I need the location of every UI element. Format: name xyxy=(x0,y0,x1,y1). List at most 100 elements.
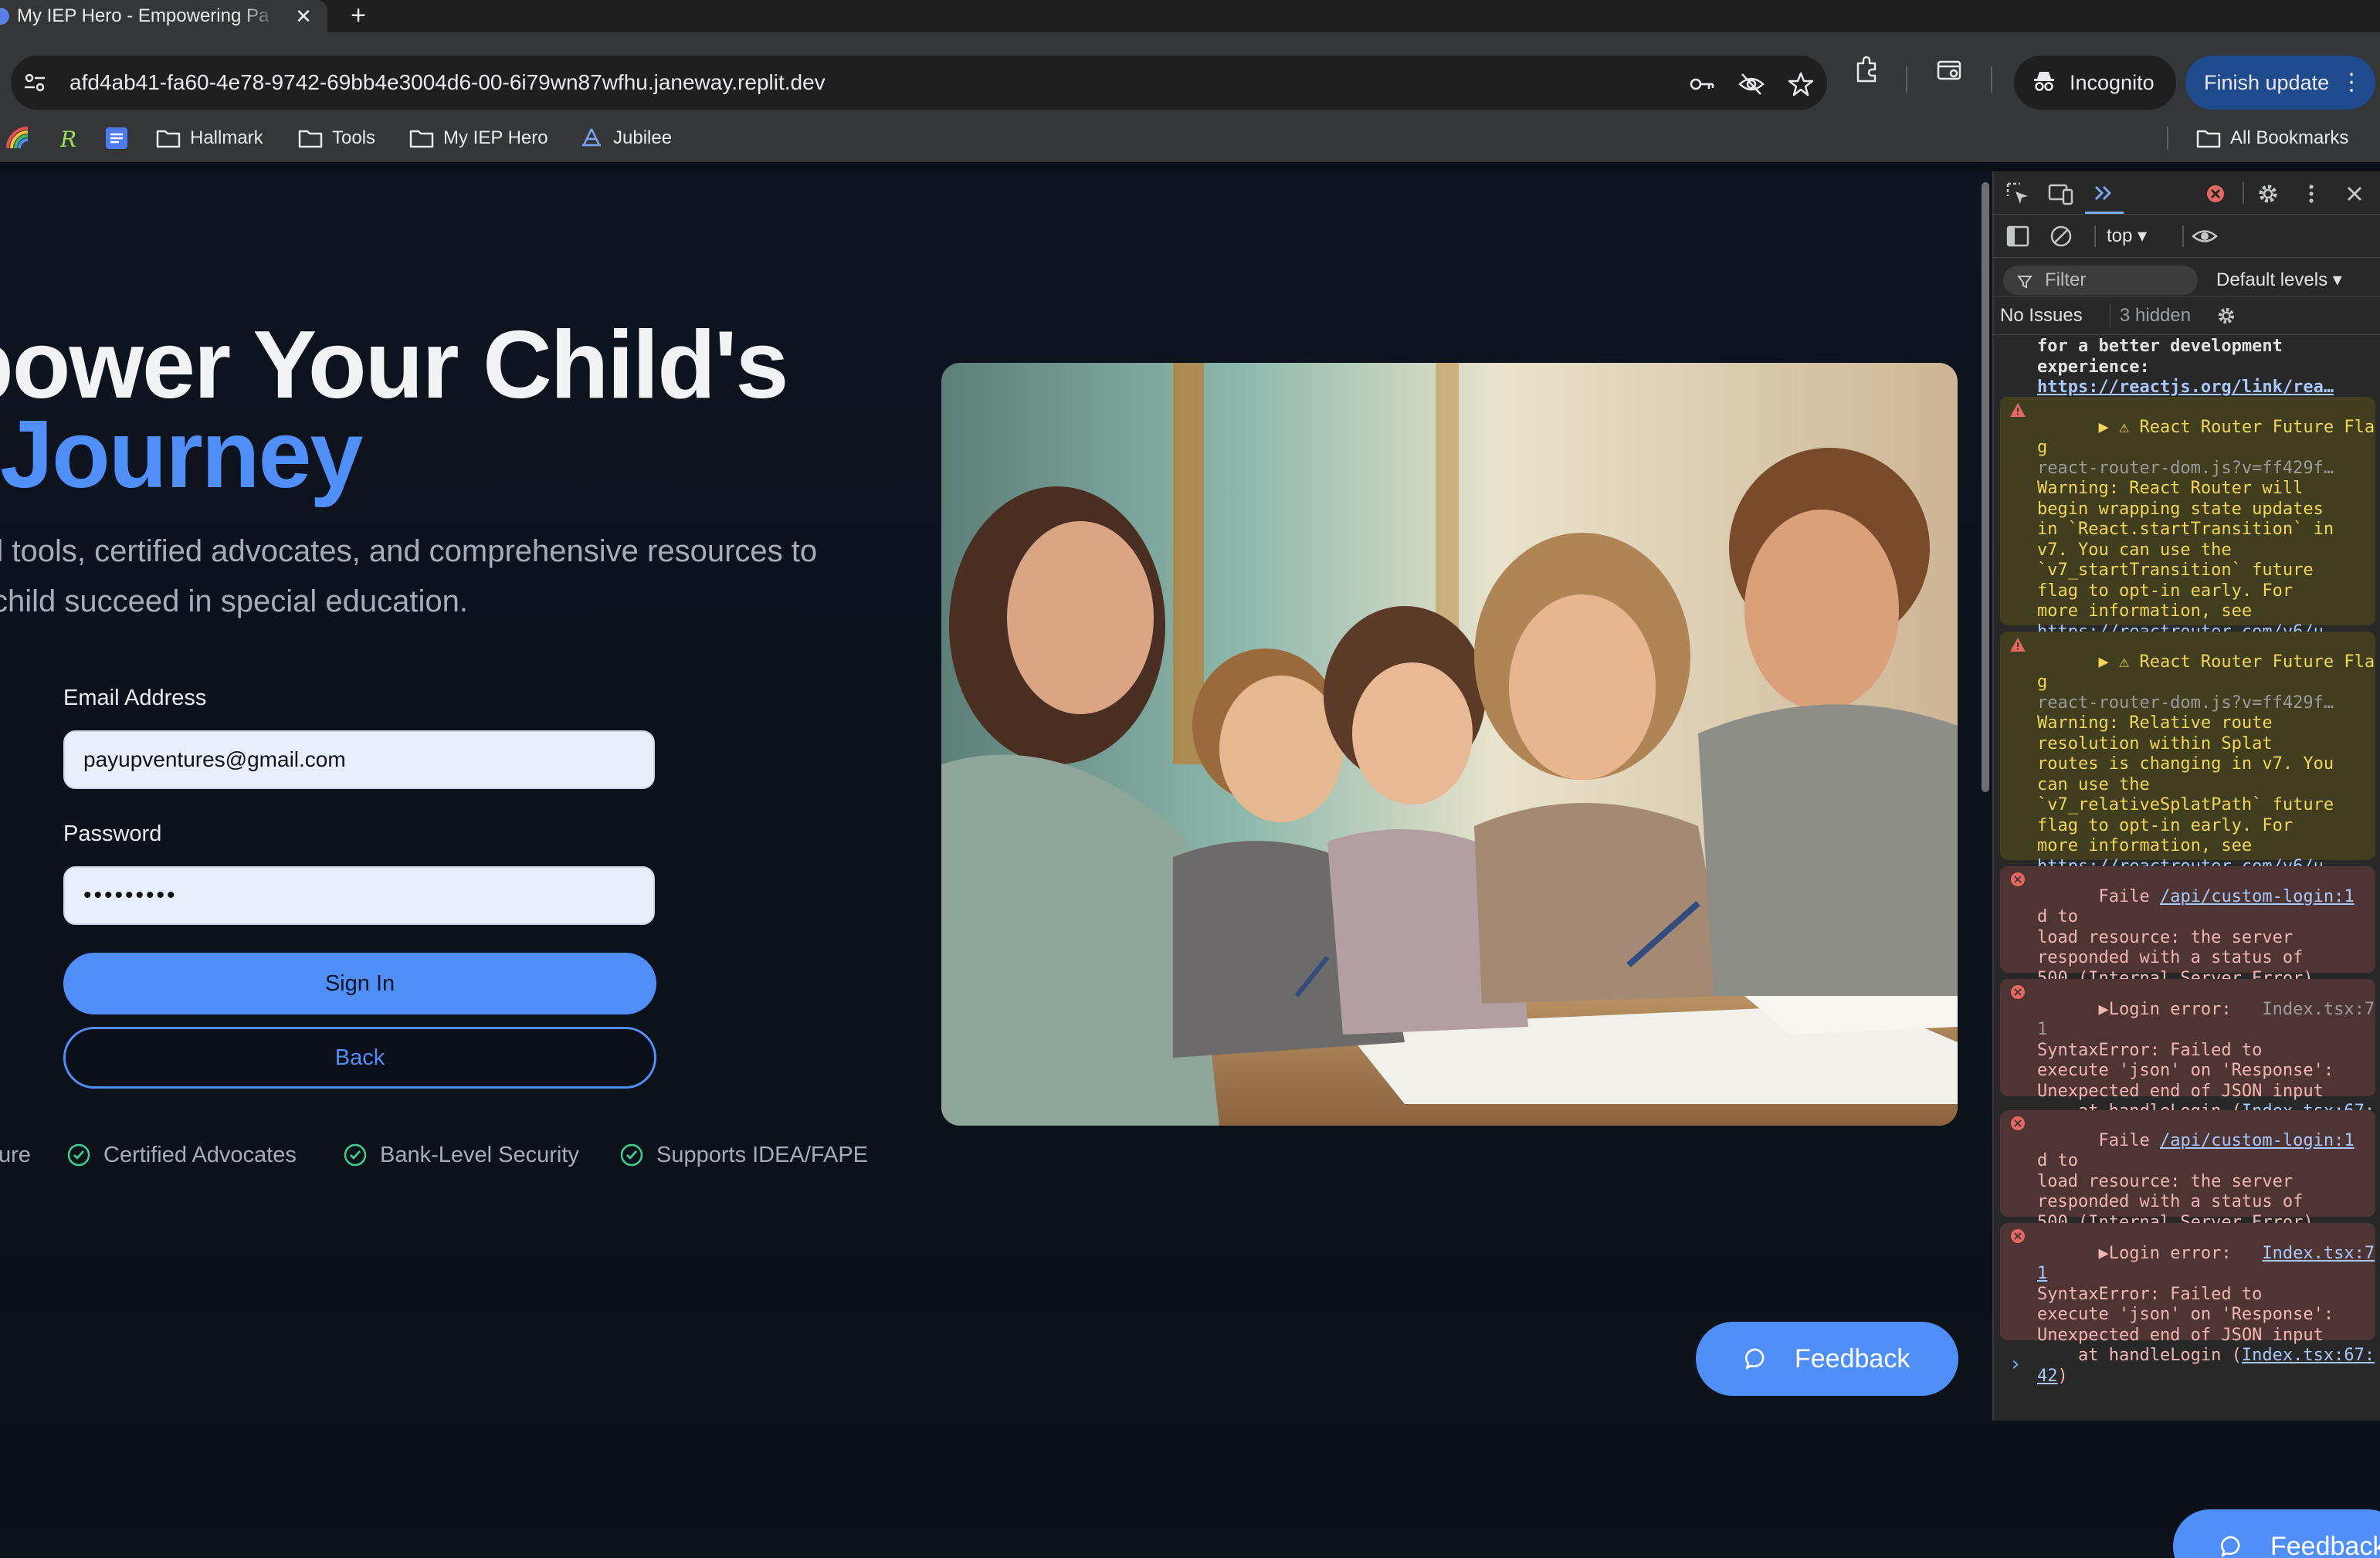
key-icon[interactable] xyxy=(1688,70,1716,98)
no-issues-label: No Issues xyxy=(2000,305,2083,326)
message-source[interactable]: react-router-dom.js?v=ff429f… xyxy=(2037,693,2334,713)
bookmark-label: Jubilee xyxy=(613,127,673,148)
message-text: for a better development experience: xyxy=(2037,337,2283,377)
folder-icon xyxy=(2196,130,2221,148)
message-link[interactable]: /api/custom-login:1 xyxy=(2160,887,2355,906)
message-link[interactable]: /api/custom-login:1 xyxy=(2160,1131,2355,1150)
feature-label: Supports IDEA/FAPE xyxy=(656,1143,869,1167)
hero-subtitle: d tools, certified advocates, and compre… xyxy=(0,534,818,568)
site-settings-icon[interactable] xyxy=(23,73,46,93)
console-error: ▶Login error: Index.tsx:71 SyntaxError: … xyxy=(2000,1223,2375,1386)
message-head[interactable]: ▶ ⚠ React Router Future Flag xyxy=(2037,652,2375,693)
page-below-viewport xyxy=(0,1421,2380,1558)
docs-bookmark-icon[interactable] xyxy=(103,125,130,151)
warning-icon xyxy=(2010,638,2026,652)
email-label: Email Address xyxy=(63,686,207,710)
settings-gear-icon[interactable] xyxy=(2255,181,2281,207)
live-expression-eye-icon[interactable] xyxy=(2192,223,2218,249)
bookmark-hallmark[interactable]: Hallmark xyxy=(156,114,280,162)
more-tabs-icon[interactable] xyxy=(2091,181,2117,207)
message-head[interactable]: ▶ ⚠ React Router Future Flag xyxy=(2037,418,2375,458)
sidebar-toggle-icon[interactable] xyxy=(2005,223,2031,249)
bookmark-label: Hallmark xyxy=(190,127,263,148)
log-levels-dropdown[interactable]: Default levels ▾ xyxy=(2216,266,2342,295)
close-devtools-icon[interactable] xyxy=(2341,181,2368,207)
url-text: afd4ab41-fa60-4e78-9742-69bb4e3004d6-00-… xyxy=(70,70,826,94)
hero-title-accent: Journey xyxy=(0,401,363,508)
console-filter-bar: Filter Default levels ▾ xyxy=(1994,258,2380,296)
bookmark-my-iep-hero[interactable]: My IEP Hero xyxy=(409,114,564,162)
feedback-button-duplicate[interactable]: Feedback xyxy=(2173,1509,2380,1558)
error-count-icon[interactable] xyxy=(2202,181,2229,207)
password-field[interactable]: ••••••••• xyxy=(63,866,655,925)
family-photo xyxy=(941,363,1958,1126)
clear-console-icon[interactable] xyxy=(2048,223,2074,249)
error-icon xyxy=(2011,985,2025,999)
hidden-count[interactable]: 3 hidden xyxy=(2110,304,2191,327)
message-link[interactable]: https://reactjs.org/link/rea… xyxy=(2037,378,2334,397)
r-bookmark-icon[interactable]: R xyxy=(54,125,80,151)
console-warning: ▶ ⚠ React Router Future Flag react-route… xyxy=(2000,397,2375,662)
toolbar-divider xyxy=(2243,182,2244,204)
finish-update-button[interactable]: Finish update ⋮ xyxy=(2185,56,2375,110)
password-label: Password xyxy=(63,821,162,846)
all-bookmarks-button[interactable]: All Bookmarks xyxy=(2196,114,2374,162)
chat-bubble-icon xyxy=(1744,1348,1765,1370)
devtools-panel: top ▾ Filter Default levels ▾ No Issues … xyxy=(1992,171,2380,1421)
rainbow-bookmark-icon[interactable] xyxy=(5,125,31,151)
message-text: Warning: React Router will begin wrappin… xyxy=(2037,479,2334,621)
chat-bubble-icon xyxy=(2220,1536,2240,1557)
context-selector[interactable]: top ▾ xyxy=(2107,222,2147,250)
email-field[interactable]: payupventures@gmail.com xyxy=(63,730,655,789)
feedback-button[interactable]: Feedback xyxy=(1696,1322,1958,1396)
feedback-label: Feedback xyxy=(1795,1344,1910,1373)
sign-in-button[interactable]: Sign In xyxy=(63,953,656,1014)
bookmark-tools[interactable]: Tools xyxy=(298,114,391,162)
feature-label: Certified Advocates xyxy=(103,1143,297,1167)
folder-icon xyxy=(409,130,434,148)
devtools-menu-icon[interactable] xyxy=(2298,181,2324,207)
filter-icon xyxy=(2017,276,2032,289)
console-messages: for a better development experience: htt… xyxy=(1994,337,2380,1421)
extensions-icon[interactable] xyxy=(1852,56,1881,85)
page-viewport: power Your Child's Journey d tools, cert… xyxy=(0,171,1992,1316)
console-toolbar: top ▾ xyxy=(1994,215,2380,258)
check-circle-icon xyxy=(620,1143,643,1167)
inspect-element-icon[interactable] xyxy=(2005,181,2031,207)
console-prompt[interactable]: › xyxy=(2009,1354,2022,1375)
star-icon[interactable] xyxy=(1787,70,1815,98)
site-favicon xyxy=(0,8,9,25)
eye-off-icon[interactable] xyxy=(1738,70,1765,98)
bookmark-jubilee[interactable]: Jubilee xyxy=(579,114,695,162)
back-button[interactable]: Back xyxy=(63,1027,656,1089)
check-circle-icon xyxy=(344,1143,367,1167)
new-tab-button[interactable]: + xyxy=(344,2,372,29)
device-toolbar-icon[interactable] xyxy=(2048,181,2074,207)
browser-tab[interactable]: My IEP Hero - Empowering Pa ✕ xyxy=(0,0,327,32)
page-footer-band xyxy=(0,1317,1992,1422)
more-menu-icon[interactable]: ⋮ xyxy=(2340,56,2363,110)
feature-label: ure xyxy=(0,1143,31,1167)
bookmarks-divider xyxy=(2167,127,2168,150)
incognito-label: Incognito xyxy=(2070,71,2155,94)
console-error: ▶Login error: Index.tsx:71 SyntaxError: … xyxy=(2000,979,2375,1142)
message-text: d to load resource: the server responded… xyxy=(2037,1151,2314,1232)
feature-label: Bank-Level Security xyxy=(380,1143,579,1167)
hero-subtitle-line2: child succeed in special education. xyxy=(0,584,468,618)
page-scrollbar[interactable] xyxy=(1982,182,1989,792)
tab-search-icon[interactable] xyxy=(1935,56,1965,85)
tab-close-icon[interactable]: ✕ xyxy=(292,5,315,28)
error-icon xyxy=(2011,872,2025,886)
address-bar[interactable]: afd4ab41-fa60-4e78-9742-69bb4e3004d6-00-… xyxy=(11,56,1827,110)
bookmark-label: My IEP Hero xyxy=(443,127,548,148)
feedback-label: Feedback xyxy=(2270,1532,2380,1558)
message-head[interactable]: ▶Login error: xyxy=(2098,1000,2231,1019)
devtools-toolbar xyxy=(1994,171,2380,215)
message-source[interactable]: react-router-dom.js?v=ff429f… xyxy=(2037,459,2334,478)
message-text: Warning: Relative route resolution withi… xyxy=(2037,713,2334,855)
toolbar-divider xyxy=(2094,225,2096,247)
incognito-indicator[interactable]: Incognito xyxy=(2014,56,2176,110)
message-head[interactable]: ▶Login error: xyxy=(2098,1244,2231,1263)
tab-strip: My IEP Hero - Empowering Pa ✕ + xyxy=(0,0,2380,32)
settings-gear-icon[interactable] xyxy=(2215,304,2238,327)
